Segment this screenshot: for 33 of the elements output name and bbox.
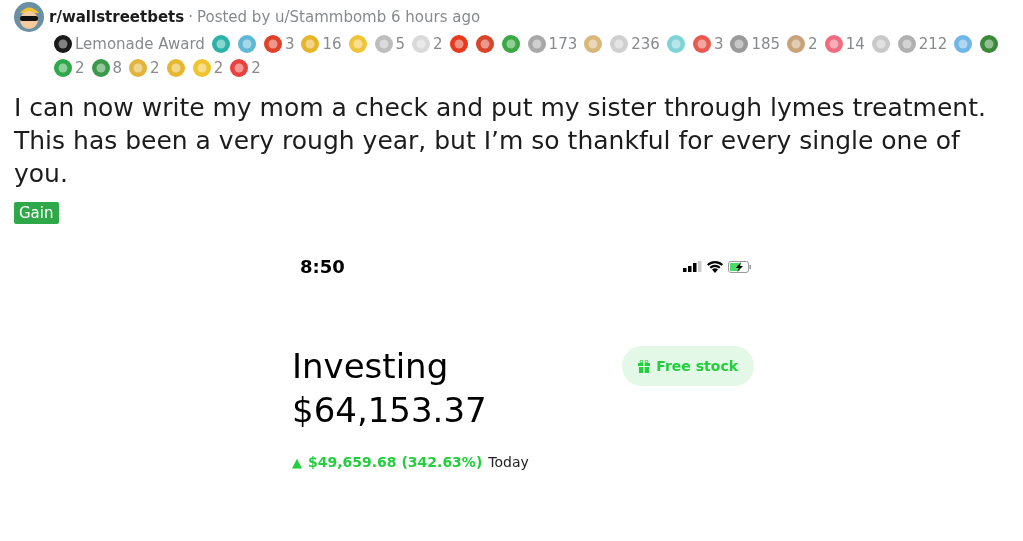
battery-charging-icon bbox=[728, 260, 752, 273]
award-count: 2 bbox=[808, 34, 818, 55]
award-count: 2 bbox=[433, 34, 443, 55]
award-count: 2 bbox=[251, 57, 261, 79]
award-name: Lemonade Award bbox=[75, 34, 205, 55]
award-count: 3 bbox=[713, 34, 724, 55]
portfolio-balance: $64,153.37 bbox=[292, 389, 487, 432]
award-count: 2 bbox=[150, 57, 160, 79]
daily-change: $49,659.68 (342.63%) bbox=[308, 453, 483, 472]
post-title: I can now write my mom a check and put my sister through lymes treatment. This has been a very rough year, but I’m so thankful for every single one of you. bbox=[14, 92, 987, 190]
signal-icon bbox=[683, 261, 702, 272]
award-count: 185 bbox=[751, 34, 781, 55]
award-count: 173 bbox=[548, 34, 578, 55]
avatar-icon bbox=[14, 2, 44, 32]
award-count: 2 bbox=[75, 57, 85, 79]
subreddit-name[interactable]: r/wallstreetbets bbox=[49, 5, 185, 29]
separator: · bbox=[188, 6, 193, 28]
award-count: 3 bbox=[284, 34, 295, 55]
investing-heading: Investing bbox=[292, 345, 450, 388]
gift-icon bbox=[638, 359, 651, 373]
flair-tag: Gain bbox=[14, 202, 59, 224]
wifi-icon bbox=[707, 260, 723, 273]
status-time: 8:50 bbox=[300, 255, 345, 279]
up-arrow-icon: ▲ bbox=[292, 452, 302, 473]
award-count: 212 bbox=[918, 34, 948, 55]
award-count: 236 bbox=[631, 34, 660, 55]
period-label: Today bbox=[488, 453, 529, 472]
posted-by-text: Posted by u/Stammbomb 6 hours ago bbox=[196, 6, 481, 28]
award-count: 14 bbox=[845, 34, 865, 55]
award-count: 8 bbox=[112, 57, 123, 79]
award-count: 16 bbox=[322, 34, 342, 55]
award-count: 5 bbox=[395, 34, 406, 55]
award-count: 2 bbox=[213, 57, 224, 79]
